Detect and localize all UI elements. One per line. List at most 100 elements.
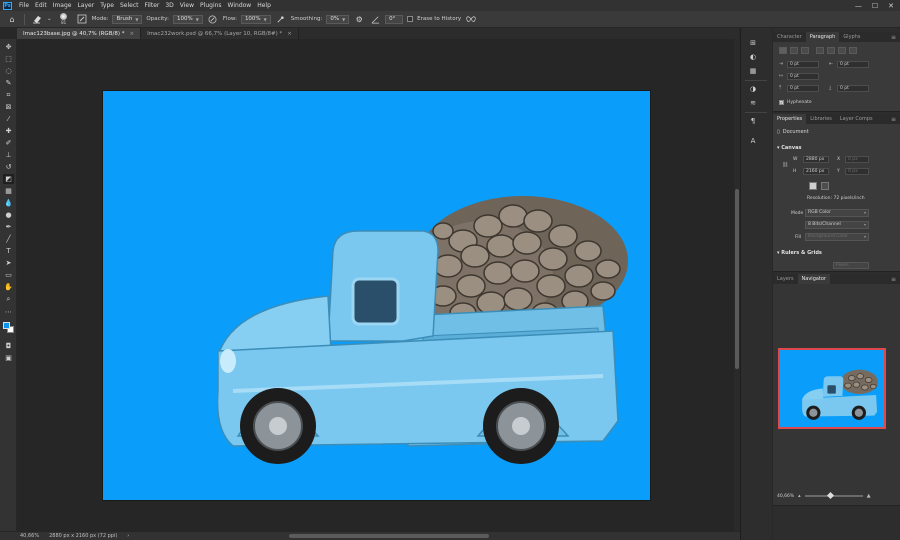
eyedropper-tool-icon[interactable]: ⁄ — [3, 114, 14, 124]
pressure-opacity-icon[interactable] — [207, 13, 219, 25]
path-selection-tool-icon[interactable]: ➤ — [3, 258, 14, 268]
quick-mask-icon[interactable]: ◘ — [3, 341, 14, 351]
character-styles-icon[interactable]: A — [747, 136, 759, 146]
history-panel-icon[interactable]: ⊞ — [747, 38, 759, 48]
angle-input[interactable]: 0° — [385, 14, 404, 24]
quick-select-tool-icon[interactable]: ✎ — [3, 78, 14, 88]
menu-plugins[interactable]: Plugins — [197, 2, 225, 9]
horizontal-scroll-thumb[interactable] — [289, 534, 490, 538]
panel-menu-icon[interactable]: ≡ — [887, 114, 900, 124]
document-canvas[interactable] — [102, 90, 651, 501]
menu-help[interactable]: Help — [254, 2, 274, 9]
indent-left-input[interactable]: 0 pt — [787, 61, 819, 68]
pen-tool-icon[interactable]: ✒ — [3, 222, 14, 232]
space-after-input[interactable]: 0 pt — [837, 85, 869, 92]
healing-brush-tool-icon[interactable]: ✚ — [3, 126, 14, 136]
align-center-button[interactable] — [790, 47, 798, 54]
tab-paragraph[interactable]: Paragraph — [805, 32, 840, 42]
zoom-out-icon[interactable]: ▴ — [798, 493, 801, 499]
move-tool-icon[interactable]: ✥ — [3, 42, 14, 52]
rulers-unit-select[interactable]: Pixels — [833, 262, 869, 269]
flow-input[interactable]: 100% ▼ — [240, 14, 271, 24]
symmetry-butterfly-icon[interactable] — [465, 13, 477, 25]
more-tools-icon[interactable]: ⋯ — [3, 307, 14, 317]
mode-select[interactable]: Brush ▼ — [112, 14, 143, 24]
brush-settings-icon[interactable] — [76, 13, 88, 25]
erase-to-history-checkbox[interactable] — [407, 16, 414, 22]
type-tool-icon[interactable]: T — [3, 246, 14, 256]
blur-tool-icon[interactable]: 💧 — [3, 198, 14, 208]
navigator-zoom-slider[interactable] — [804, 491, 863, 500]
menu-edit[interactable]: Edit — [32, 2, 50, 9]
brush-tool-icon[interactable]: ✐ — [3, 138, 14, 148]
zoom-tool-icon[interactable]: ⌕ — [3, 294, 14, 304]
status-zoom[interactable]: 40,66% — [20, 533, 39, 539]
vertical-scroll-thumb[interactable] — [735, 189, 739, 369]
justify-all-button[interactable] — [849, 47, 857, 54]
tab-libraries[interactable]: Libraries — [806, 114, 836, 124]
align-left-button[interactable] — [779, 47, 787, 54]
gradient-tool-icon[interactable]: ▦ — [3, 186, 14, 196]
maximize-button[interactable]: ☐ — [872, 2, 878, 10]
status-arrow-icon[interactable]: › — [127, 533, 129, 539]
tab-imac123base[interactable]: Imac123base.jpg @ 40,7% (RGB/8) * × — [17, 28, 142, 39]
indent-right-input[interactable]: 0 pt — [837, 61, 869, 68]
tab-close-icon[interactable]: × — [129, 31, 134, 37]
channels-panel-icon[interactable]: ≋ — [747, 98, 759, 108]
hand-tool-icon[interactable]: ✋ — [3, 282, 14, 292]
dodge-tool-icon[interactable]: ● — [3, 210, 14, 220]
menu-type[interactable]: Type — [97, 2, 117, 9]
zoom-in-icon[interactable]: ▲ — [867, 493, 871, 499]
brush-size-picker[interactable]: 81 — [56, 12, 72, 26]
canvas-section-header[interactable]: ▾ Canvas — [777, 145, 801, 151]
justify-last-center-button[interactable] — [827, 47, 835, 54]
airbrush-icon[interactable] — [275, 13, 287, 25]
tab-navigator[interactable]: Navigator — [797, 274, 831, 284]
landscape-orientation-button[interactable] — [821, 182, 829, 190]
zoom-slider-knob[interactable] — [826, 491, 834, 500]
menu-file[interactable]: File — [16, 2, 32, 9]
menu-view[interactable]: View — [177, 2, 197, 9]
menu-window[interactable]: Window — [225, 2, 255, 9]
history-brush-tool-icon[interactable]: ↺ — [3, 162, 14, 172]
rectangle-tool-icon[interactable]: ▭ — [3, 270, 14, 280]
foreground-color-swatch[interactable] — [3, 322, 10, 329]
paragraph-styles-icon[interactable]: ¶ — [747, 116, 759, 126]
color-mode-select[interactable]: RGB Color ▾ — [805, 209, 869, 217]
tab-glyphs[interactable]: Glyphs — [839, 32, 864, 42]
width-input[interactable]: 2880 px — [803, 156, 829, 163]
align-right-button[interactable] — [801, 47, 809, 54]
lasso-tool-icon[interactable]: ◌ — [3, 66, 14, 76]
close-button[interactable]: ✕ — [888, 2, 894, 10]
bit-depth-select[interactable]: 8 Bits/Channel ▾ — [805, 221, 869, 229]
preset-caret[interactable]: ⌄ — [47, 16, 52, 22]
tab-properties[interactable]: Properties — [773, 114, 807, 124]
color-panel-icon[interactable]: ◐ — [747, 52, 759, 62]
menu-select[interactable]: Select — [117, 2, 142, 9]
screen-mode-icon[interactable]: ▣ — [3, 353, 14, 363]
justify-last-right-button[interactable] — [838, 47, 846, 54]
indent-first-line-input[interactable]: 0 pt — [787, 73, 819, 80]
tab-close-icon[interactable]: × — [287, 31, 292, 37]
gear-icon[interactable]: ⚙ — [353, 13, 365, 25]
panel-menu-icon[interactable]: ≡ — [887, 32, 900, 42]
link-dimensions-icon[interactable]: ⛓ — [782, 162, 788, 168]
smoothing-input[interactable]: 0% ▼ — [326, 14, 350, 24]
crop-tool-icon[interactable]: ⌗ — [3, 90, 14, 100]
line-tool-icon[interactable]: ╱ — [3, 234, 14, 244]
panel-menu-icon[interactable]: ≡ — [887, 274, 900, 284]
eraser-preset-icon[interactable] — [31, 13, 43, 25]
space-before-input[interactable]: 0 pt — [787, 85, 819, 92]
marquee-tool-icon[interactable]: ⬚ — [3, 54, 14, 64]
menu-filter[interactable]: Filter — [142, 2, 163, 9]
menu-image[interactable]: Image — [50, 2, 75, 9]
menu-layer[interactable]: Layer — [74, 2, 97, 9]
rulers-grids-section-header[interactable]: ▾ Rulers & Grids — [777, 250, 822, 256]
tab-layers[interactable]: Layers — [773, 274, 798, 284]
height-input[interactable]: 2160 px — [803, 168, 829, 175]
adjustments-panel-icon[interactable]: ◑ — [747, 84, 759, 94]
home-icon[interactable]: ⌂ — [6, 13, 18, 25]
portrait-orientation-button[interactable] — [809, 182, 817, 190]
navigator-preview[interactable] — [778, 348, 886, 429]
tab-imac232work[interactable]: Imac232work.psd @ 66,7% (Layer 10, RGB/8… — [141, 28, 299, 39]
